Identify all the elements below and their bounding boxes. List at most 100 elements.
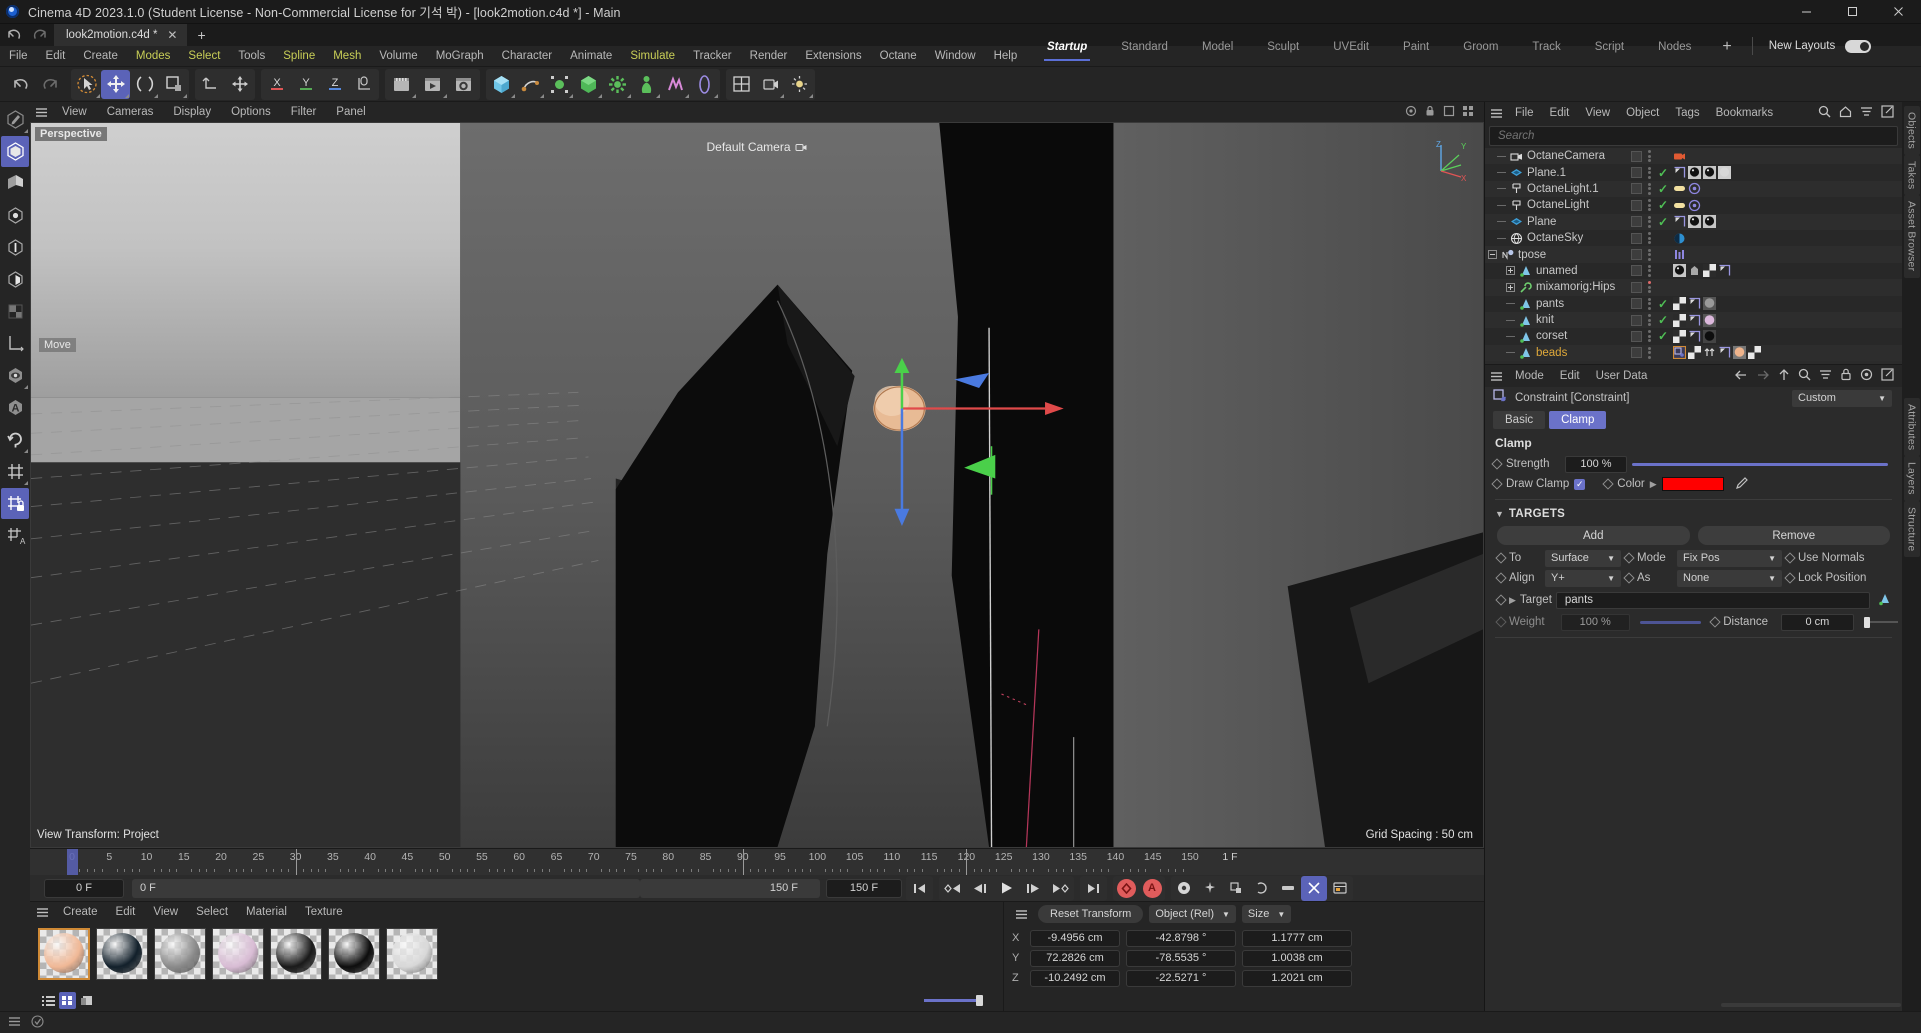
- up-arrow-icon[interactable]: [1778, 368, 1790, 384]
- axis-mode-tool[interactable]: [1, 328, 29, 359]
- viewport-menu-view[interactable]: View: [52, 102, 97, 122]
- hamburger-icon[interactable]: [1010, 909, 1032, 920]
- object-list-item[interactable]: pants ✓: [1485, 295, 1902, 312]
- tag-checker-icon[interactable]: [1673, 297, 1686, 311]
- size-field[interactable]: 1.2021 cm: [1242, 969, 1352, 987]
- preset-dropdown[interactable]: Custom ▼: [1792, 389, 1892, 407]
- chevron-right-icon[interactable]: ▶: [1509, 595, 1516, 606]
- menu-item-help[interactable]: Help: [985, 46, 1027, 67]
- position-field[interactable]: -9.4956 cm: [1030, 929, 1120, 947]
- open-window-icon[interactable]: [1881, 368, 1894, 384]
- timeline-button[interactable]: [1327, 876, 1353, 901]
- viewport-menu-panel[interactable]: Panel: [326, 102, 375, 122]
- close-button[interactable]: [1875, 0, 1921, 23]
- position-field[interactable]: -10.2492 cm: [1030, 969, 1120, 987]
- keyframe-diamond-icon[interactable]: [1495, 552, 1507, 564]
- object-edit-toggle[interactable]: [1631, 314, 1642, 326]
- menu-item-mograph[interactable]: MoGraph: [427, 46, 493, 67]
- search-input[interactable]: [1498, 130, 1897, 142]
- rotation-field[interactable]: -42.8798 °: [1126, 929, 1236, 947]
- expand-icon[interactable]: [1503, 266, 1517, 276]
- forward-arrow-icon[interactable]: [1756, 369, 1770, 384]
- keyframe-diamond-icon[interactable]: [1491, 478, 1503, 490]
- rotate-tool[interactable]: [130, 70, 159, 99]
- tag-constraint-sel-icon[interactable]: [1672, 346, 1687, 360]
- lock-x-axis-button[interactable]: X: [262, 70, 291, 99]
- chevron-down-icon[interactable]: ▼: [1495, 509, 1504, 519]
- viewport-solo-icon[interactable]: [1405, 105, 1417, 120]
- layout-tab-uvedit[interactable]: UVEdit: [1316, 25, 1386, 67]
- next-frame-button[interactable]: [1020, 876, 1047, 901]
- object-name[interactable]: knit: [1533, 314, 1554, 326]
- add-target-button[interactable]: Add: [1497, 526, 1690, 545]
- menu-item-volume[interactable]: Volume: [370, 46, 426, 67]
- snap-auto-tool[interactable]: A: [1, 520, 29, 551]
- scale-tool[interactable]: [159, 70, 188, 99]
- deformer-button[interactable]: [574, 70, 603, 99]
- layout-tab-sculpt[interactable]: Sculpt: [1250, 25, 1316, 67]
- object-list-item[interactable]: OctaneSky: [1485, 229, 1902, 247]
- strength-slider[interactable]: [1632, 462, 1888, 466]
- distance-slider[interactable]: [1864, 616, 1899, 628]
- timeline-playhead[interactable]: [67, 849, 78, 875]
- viewport-menu-options[interactable]: Options: [221, 102, 281, 122]
- go-to-start-button[interactable]: [906, 876, 933, 901]
- target-field[interactable]: pants: [1555, 591, 1870, 609]
- layout-tab-groom[interactable]: Groom: [1446, 25, 1515, 67]
- tag-flag-icon[interactable]: [1673, 166, 1686, 179]
- material-swatch[interactable]: [328, 928, 380, 980]
- render-view-button[interactable]: [386, 70, 417, 99]
- targets-fold[interactable]: ▼ TARGETS: [1489, 505, 1898, 523]
- object-list-item[interactable]: OctaneCamera: [1485, 148, 1902, 165]
- keyframe-diamond-icon[interactable]: [1495, 572, 1507, 584]
- new-document-button[interactable]: +: [187, 24, 215, 46]
- viewport-solo-tool[interactable]: [1, 360, 29, 391]
- dynamics-button[interactable]: [661, 70, 690, 99]
- light-button[interactable]: [785, 70, 814, 99]
- object-name[interactable]: OctaneLight.1: [1524, 183, 1599, 195]
- visibility-dots[interactable]: [1648, 297, 1651, 310]
- attribute-menu-user-data[interactable]: User Data: [1588, 365, 1656, 387]
- attribute-menu-edit[interactable]: Edit: [1552, 365, 1588, 387]
- object-list-item[interactable]: knit ✓: [1485, 311, 1902, 329]
- material-menu-view[interactable]: View: [144, 902, 187, 922]
- visibility-dots[interactable]: [1648, 182, 1651, 195]
- object-edit-toggle[interactable]: [1631, 330, 1642, 342]
- material-swatch[interactable]: [270, 928, 322, 980]
- cube-primitive-button[interactable]: [487, 70, 516, 99]
- object-name[interactable]: Plane.1: [1524, 167, 1566, 179]
- rotation-key-button[interactable]: [1249, 876, 1275, 901]
- position-key-button[interactable]: [1197, 876, 1223, 901]
- material-menu-texture[interactable]: Texture: [296, 902, 352, 922]
- current-frame-field[interactable]: 0 F: [44, 878, 124, 898]
- object-list[interactable]: OctaneCamera Plane.1 ✓ OctaneLight.1 ✓ Octane…: [1485, 148, 1902, 364]
- object-menu-bookmarks[interactable]: Bookmarks: [1708, 102, 1782, 124]
- tag-flag-icon[interactable]: [1688, 314, 1701, 327]
- object-name[interactable]: pants: [1533, 298, 1564, 310]
- redo-button[interactable]: [35, 70, 64, 99]
- tag-halfcircle-icon[interactable]: [1673, 232, 1686, 245]
- visibility-dots[interactable]: [1648, 150, 1651, 163]
- object-name[interactable]: tpose: [1515, 249, 1546, 261]
- layout-tab-script[interactable]: Script: [1578, 25, 1641, 67]
- object-name[interactable]: Plane: [1524, 216, 1556, 228]
- enabled-check-icon[interactable]: ✓: [1658, 297, 1668, 311]
- keyframe-diamond-icon[interactable]: [1495, 616, 1507, 628]
- vertical-tab-attributes[interactable]: Attributes: [1903, 397, 1920, 457]
- object-name[interactable]: OctaneLight: [1524, 199, 1589, 211]
- snap-tool[interactable]: [1, 456, 29, 487]
- object-menu-view[interactable]: View: [1577, 102, 1618, 124]
- object-list-item[interactable]: Plane ✓: [1485, 213, 1902, 230]
- menu-item-octane[interactable]: Octane: [871, 46, 926, 67]
- make-editable-tool[interactable]: [1, 104, 29, 135]
- filter-icon[interactable]: [1819, 368, 1832, 384]
- object-menu-file[interactable]: File: [1507, 102, 1542, 124]
- enable-axis-tool[interactable]: A: [1, 392, 29, 423]
- tag-checker-icon[interactable]: [1748, 346, 1761, 360]
- material-swatch[interactable]: [386, 928, 438, 980]
- object-edit-toggle[interactable]: [1631, 232, 1642, 244]
- go-to-end-button[interactable]: [1080, 876, 1107, 901]
- strength-value[interactable]: 100 %: [1565, 455, 1627, 473]
- model-mode-tool[interactable]: [1, 136, 29, 167]
- list-view-button[interactable]: [40, 992, 57, 1009]
